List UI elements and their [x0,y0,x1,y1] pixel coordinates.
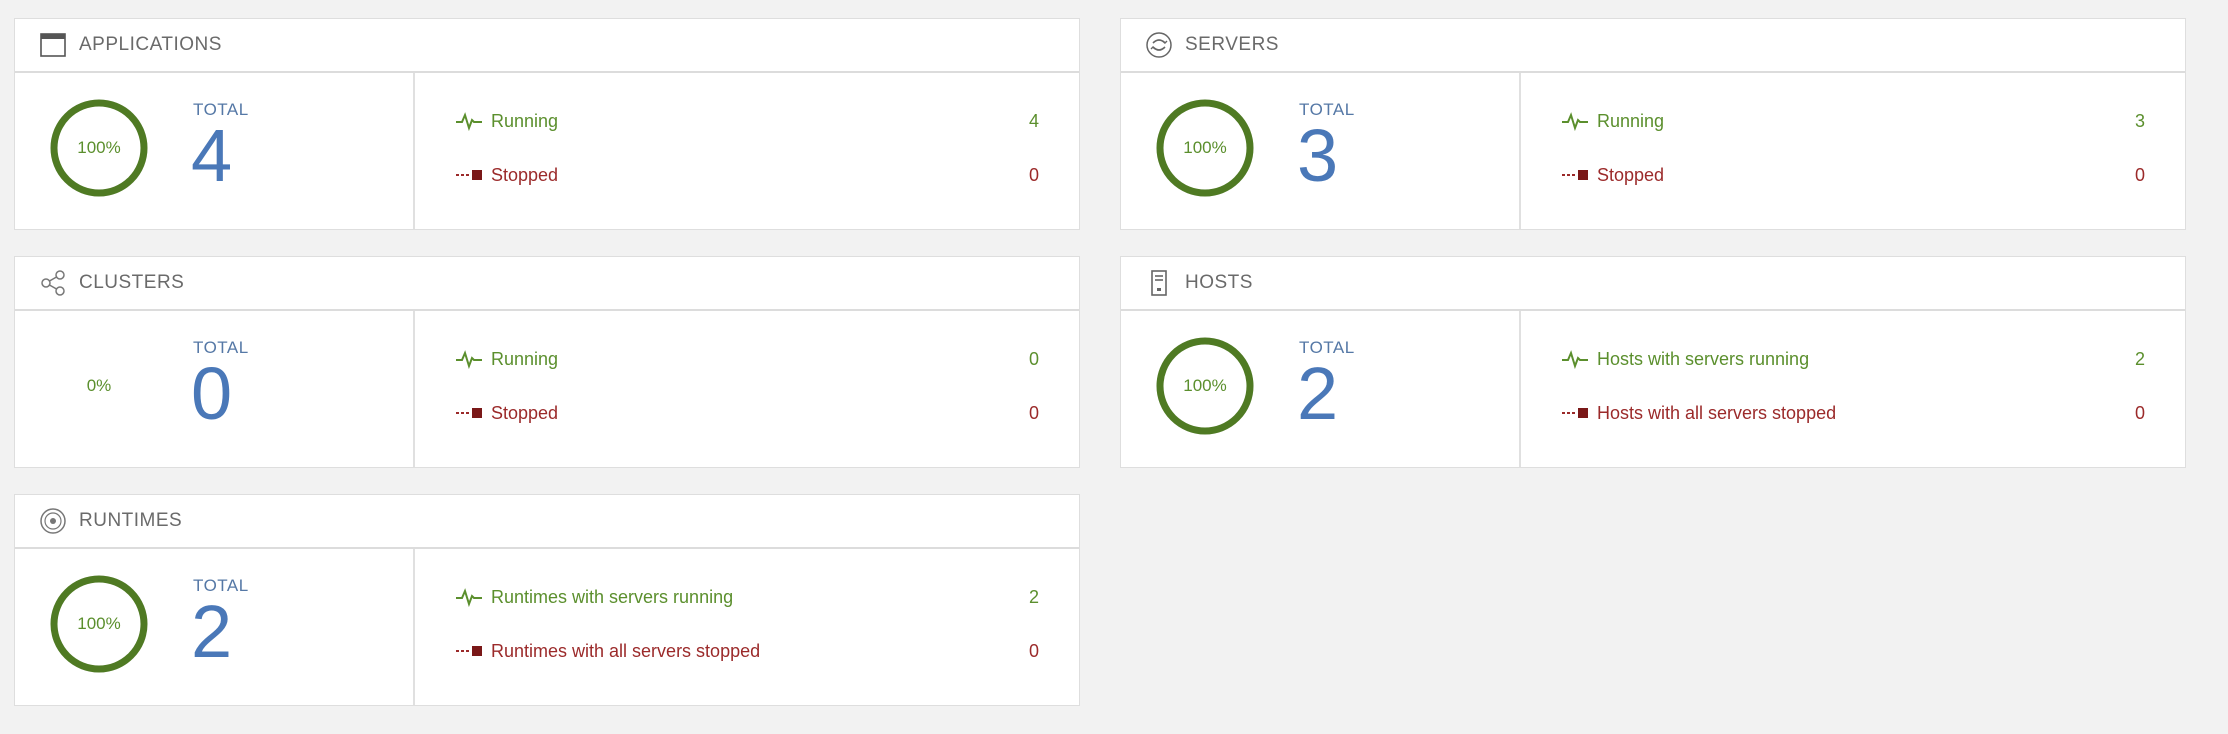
applications-running-label: Running [491,110,559,131]
applications-percent-ring: 100% [49,98,149,198]
clusters-percent-ring: 0% [49,336,149,436]
pulse-icon [1561,349,1589,369]
runtimes-stopped-row[interactable]: Runtimes with all servers stopped 0 [455,637,1039,665]
clusters-running-label: Running [491,348,559,369]
hosts-total-value: 2 [1297,352,1339,435]
hosts-running-label: Hosts with servers running [1597,348,1810,369]
clusters-header: CLUSTERS [15,257,1079,311]
runtime-disc-icon [39,507,67,535]
clusters-percent-label: 0% [86,376,112,395]
stop-icon [455,165,483,185]
window-icon [39,31,67,59]
runtimes-header: RUNTIMES [15,495,1079,549]
runtimes-title: RUNTIMES [79,510,183,531]
host-tower-icon [1145,269,1173,297]
hosts-stopped-label: Hosts with all servers stopped [1597,402,1837,423]
applications-running-row[interactable]: Running 4 [455,107,1039,135]
stop-icon [1561,165,1589,185]
applications-stopped-label: Stopped [491,164,559,185]
clusters-stopped-value: 0 [1028,402,1039,423]
clusters-card: CLUSTERS 0% TOTAL 0 Running 0 Stopped 0 [14,256,1080,468]
servers-running-row[interactable]: Running 3 [1561,107,2145,135]
runtimes-running-label: Runtimes with servers running [491,586,734,607]
hosts-percent-label: 100% [1183,376,1227,395]
runtimes-stopped-label: Runtimes with all servers stopped [491,640,761,661]
pulse-icon [1561,111,1589,131]
hosts-percent-ring: 100% [1155,336,1255,436]
servers-stopped-label: Stopped [1597,164,1665,185]
clusters-running-value: 0 [1028,348,1039,369]
applications-title: APPLICATIONS [79,34,222,55]
runtimes-percent-ring: 100% [49,574,149,674]
runtimes-running-value: 2 [1028,586,1039,607]
stop-icon [455,403,483,423]
servers-percent-label: 100% [1183,138,1227,157]
clusters-stopped-label: Stopped [491,402,559,423]
servers-percent-ring: 100% [1155,98,1255,198]
applications-stopped-value: 0 [1028,164,1039,185]
applications-percent-label: 100% [77,138,121,157]
applications-card: APPLICATIONS 100% TOTAL 4 Running 4 Stop… [14,18,1080,230]
hosts-stopped-row[interactable]: Hosts with all servers stopped 0 [1561,399,2145,427]
servers-stopped-value: 0 [2134,164,2145,185]
applications-stopped-row[interactable]: Stopped 0 [455,161,1039,189]
runtimes-total-value: 2 [191,590,233,673]
clusters-stopped-row[interactable]: Stopped 0 [455,399,1039,427]
servers-total-value: 3 [1297,114,1339,197]
share-nodes-icon [39,269,67,297]
hosts-stopped-value: 0 [2134,402,2145,423]
servers-running-label: Running [1597,110,1665,131]
applications-total-value: 4 [191,114,233,197]
pulse-icon [455,349,483,369]
servers-stopped-row[interactable]: Stopped 0 [1561,161,2145,189]
pulse-icon [455,111,483,131]
runtimes-percent-label: 100% [77,614,121,633]
servers-title: SERVERS [1185,34,1279,55]
runtimes-card: RUNTIMES 100% TOTAL 2 Runtimes with serv… [14,494,1080,706]
applications-running-value: 4 [1028,110,1039,131]
servers-header: SERVERS [1121,19,2185,73]
pulse-icon [455,587,483,607]
hosts-card: HOSTS 100% TOTAL 2 Hosts with servers ru… [1120,256,2186,468]
stop-icon [455,641,483,661]
stop-icon [1561,403,1589,423]
servers-card: SERVERS 100% TOTAL 3 Running 3 Stopped 0 [1120,18,2186,230]
clusters-total-value: 0 [191,352,233,435]
runtimes-running-row[interactable]: Runtimes with servers running 2 [455,583,1039,611]
hosts-running-value: 2 [2134,348,2145,369]
runtimes-stopped-value: 0 [1028,640,1039,661]
servers-running-value: 3 [2134,110,2145,131]
clusters-title: CLUSTERS [79,272,185,293]
clusters-running-row[interactable]: Running 0 [455,345,1039,373]
hosts-running-row[interactable]: Hosts with servers running 2 [1561,345,2145,373]
applications-header: APPLICATIONS [15,19,1079,73]
server-sync-icon [1145,31,1173,59]
hosts-title: HOSTS [1185,272,1253,293]
hosts-header: HOSTS [1121,257,2185,311]
